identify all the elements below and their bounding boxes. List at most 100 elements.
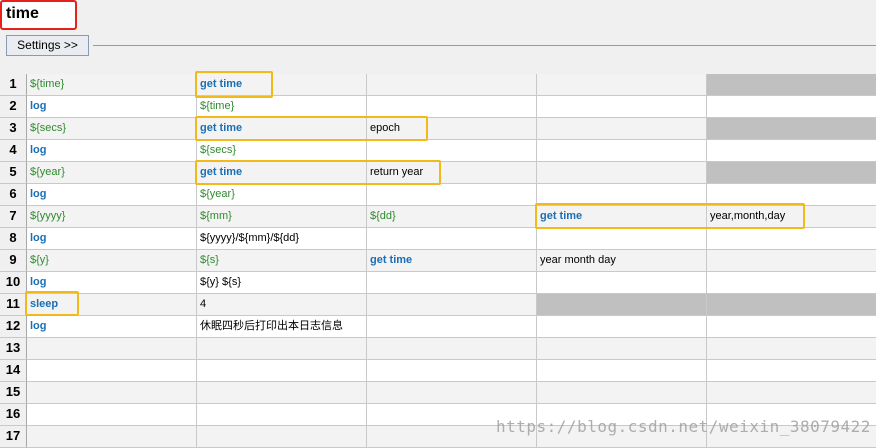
table-cell[interactable]: [197, 360, 367, 382]
table-cell[interactable]: ${yyyy}: [27, 206, 197, 228]
table-cell[interactable]: [707, 272, 876, 294]
table-cell[interactable]: [197, 404, 367, 426]
table-cell[interactable]: [537, 382, 707, 404]
table-cell[interactable]: [707, 250, 876, 272]
table-cell[interactable]: [367, 316, 537, 338]
table-cell[interactable]: [707, 184, 876, 206]
table-cell[interactable]: [707, 118, 876, 140]
table-cell[interactable]: ${y}: [27, 250, 197, 272]
table-cell[interactable]: epoch: [367, 118, 537, 140]
table-cell[interactable]: [367, 294, 537, 316]
table-cell[interactable]: [707, 338, 876, 360]
table-cell[interactable]: [367, 338, 537, 360]
table-cell[interactable]: [537, 184, 707, 206]
table-row: 5 ${year} get time return year: [0, 162, 876, 184]
table-cell[interactable]: year,month,day: [707, 206, 876, 228]
settings-button[interactable]: Settings >>: [6, 35, 89, 56]
row-number: 13: [0, 338, 27, 360]
table-row: 10 log ${y} ${s}: [0, 272, 876, 294]
table-cell[interactable]: [537, 360, 707, 382]
table-cell[interactable]: log: [27, 184, 197, 206]
table-cell[interactable]: get time: [197, 118, 367, 140]
row-number: 11: [0, 294, 27, 316]
row-number: 1: [0, 74, 27, 96]
table-cell[interactable]: [27, 426, 197, 448]
table-cell[interactable]: get time: [537, 206, 707, 228]
table-cell[interactable]: log: [27, 228, 197, 250]
table-cell[interactable]: ${secs}: [197, 140, 367, 162]
table-cell[interactable]: [367, 360, 537, 382]
table-cell[interactable]: [367, 96, 537, 118]
table-cell[interactable]: [367, 228, 537, 250]
row-number: 6: [0, 184, 27, 206]
table-cell[interactable]: get time: [197, 162, 367, 184]
table-cell[interactable]: 4: [197, 294, 367, 316]
table-cell[interactable]: ${time}: [27, 74, 197, 96]
table-cell[interactable]: [707, 140, 876, 162]
table-cell[interactable]: [707, 228, 876, 250]
table-cell[interactable]: [537, 316, 707, 338]
table-cell[interactable]: [537, 118, 707, 140]
table-cell[interactable]: 休眠四秒后打印出本日志信息: [197, 316, 367, 338]
table-cell[interactable]: [367, 184, 537, 206]
table-cell[interactable]: [27, 382, 197, 404]
table-cell[interactable]: ${year}: [27, 162, 197, 184]
table-cell[interactable]: [367, 272, 537, 294]
table-row: 4 log ${secs}: [0, 140, 876, 162]
table-row: 6 log ${year}: [0, 184, 876, 206]
keyword-table: 1 ${time} get time 2 log ${time} 3 ${secs} get t…: [0, 74, 876, 448]
table-cell[interactable]: [707, 162, 876, 184]
table-cell[interactable]: get time: [367, 250, 537, 272]
table-cell[interactable]: [27, 360, 197, 382]
table-cell[interactable]: return year: [367, 162, 537, 184]
table-cell[interactable]: [197, 426, 367, 448]
table-cell[interactable]: [367, 382, 537, 404]
row-number: 4: [0, 140, 27, 162]
watermark: https://blog.csdn.net/weixin_38079422: [496, 417, 871, 436]
table-cell[interactable]: [197, 338, 367, 360]
row-number: 16: [0, 404, 27, 426]
table-cell[interactable]: log: [27, 96, 197, 118]
table-cell[interactable]: [707, 382, 876, 404]
table-row: 14: [0, 360, 876, 382]
table-cell[interactable]: [537, 338, 707, 360]
row-number: 14: [0, 360, 27, 382]
table-cell[interactable]: ${y} ${s}: [197, 272, 367, 294]
table-cell[interactable]: [537, 162, 707, 184]
table-cell[interactable]: ${s}: [197, 250, 367, 272]
table-cell[interactable]: ${dd}: [367, 206, 537, 228]
table-cell[interactable]: ${time}: [197, 96, 367, 118]
table-cell[interactable]: ${secs}: [27, 118, 197, 140]
table-cell[interactable]: [707, 316, 876, 338]
table-cell[interactable]: [537, 140, 707, 162]
table-cell[interactable]: [367, 140, 537, 162]
table-cell[interactable]: [537, 74, 707, 96]
table-row: 8 log ${yyyy}/${mm}/${dd}: [0, 228, 876, 250]
settings-separator: [93, 45, 876, 46]
table-cell[interactable]: year month day: [537, 250, 707, 272]
table-cell[interactable]: [197, 382, 367, 404]
table-cell[interactable]: [707, 74, 876, 96]
table-cell[interactable]: [707, 360, 876, 382]
table-cell[interactable]: [707, 96, 876, 118]
table-cell[interactable]: log: [27, 272, 197, 294]
table-cell[interactable]: [27, 404, 197, 426]
table-cell[interactable]: [537, 294, 707, 316]
table-cell[interactable]: sleep: [27, 294, 197, 316]
table-row: 15: [0, 382, 876, 404]
table-cell[interactable]: ${mm}: [197, 206, 367, 228]
table-cell[interactable]: [367, 74, 537, 96]
table-cell[interactable]: [537, 228, 707, 250]
table-cell[interactable]: log: [27, 316, 197, 338]
table-cell[interactable]: ${year}: [197, 184, 367, 206]
table-cell[interactable]: [27, 338, 197, 360]
table-cell[interactable]: ${yyyy}/${mm}/${dd}: [197, 228, 367, 250]
table-cell[interactable]: [537, 272, 707, 294]
table-row: 12 log 休眠四秒后打印出本日志信息: [0, 316, 876, 338]
table-cell[interactable]: [707, 294, 876, 316]
table-cell[interactable]: get time: [197, 74, 367, 96]
row-number: 17: [0, 426, 27, 448]
table-cell[interactable]: log: [27, 140, 197, 162]
table-cell[interactable]: [537, 96, 707, 118]
row-number: 7: [0, 206, 27, 228]
